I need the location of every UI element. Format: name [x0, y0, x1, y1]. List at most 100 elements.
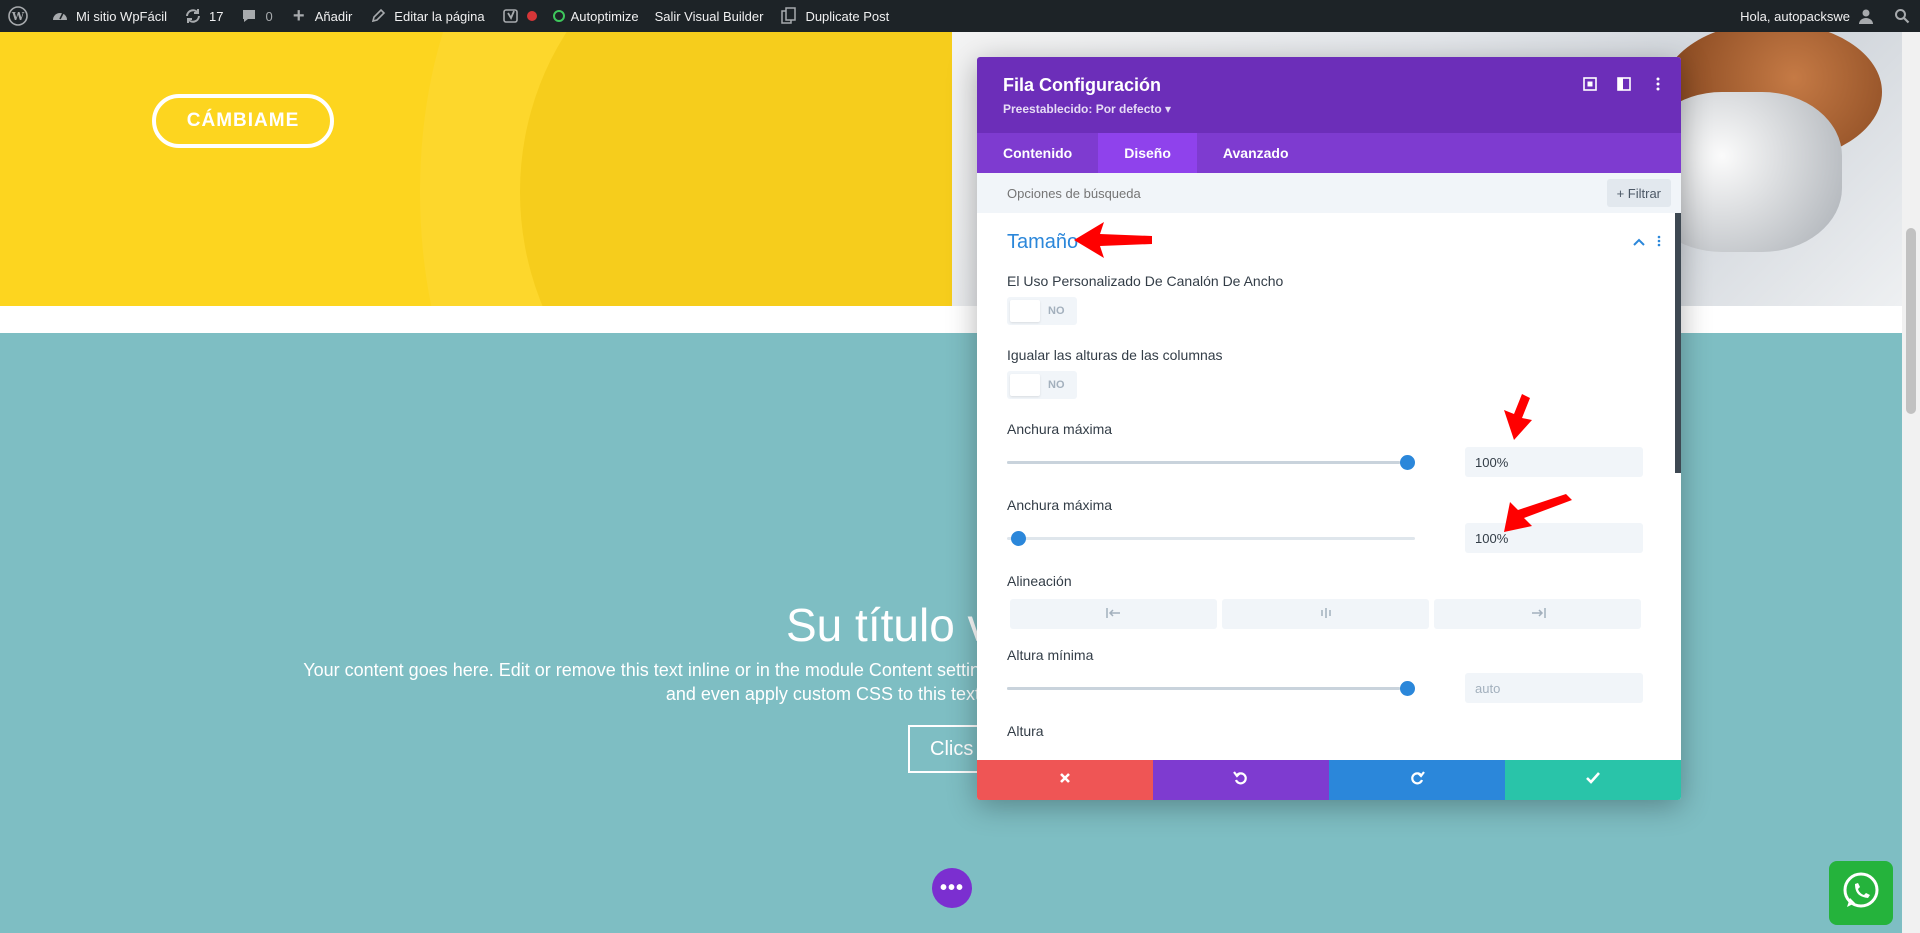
split-view-icon[interactable]	[1617, 77, 1631, 91]
max-width-range	[1007, 447, 1681, 479]
autoptimize-label: Autoptimize	[570, 8, 639, 24]
add-new-link[interactable]: + Añadir	[281, 0, 361, 32]
yoast-link[interactable]	[493, 0, 545, 32]
plus-icon: +	[292, 4, 305, 27]
filter-button[interactable]: + Filtrar	[1606, 179, 1671, 207]
duplicate-post-link[interactable]: Duplicate Post	[771, 0, 897, 32]
updates-count: 17	[209, 8, 224, 24]
toggle-state: NO	[1048, 305, 1065, 317]
annotation-arrow-width-2	[1504, 494, 1572, 532]
modal-header[interactable]: Fila Configuración Preestablecido: Por d…	[977, 57, 1681, 133]
max-width-slider-track[interactable]	[1007, 455, 1415, 470]
add-new-label: Añadir	[314, 8, 353, 24]
undo-button[interactable]	[1153, 760, 1329, 800]
max-width-range-2	[1007, 523, 1681, 555]
max-width-label: Anchura máxima	[1007, 421, 1113, 437]
tab-diseno[interactable]: Diseño	[1098, 133, 1197, 173]
align-right-icon	[1530, 607, 1546, 622]
body-text-line-2: and even apply custom CSS to this text	[665, 684, 980, 704]
duplicate-icon	[779, 6, 799, 26]
align-left-button[interactable]	[1010, 599, 1217, 629]
equal-heights-toggle[interactable]: NO	[1007, 371, 1077, 399]
undo-icon	[1233, 770, 1249, 791]
hero-yellow-section: CÁMBIAME	[0, 32, 952, 306]
comments-count: 0	[265, 8, 273, 24]
max-width-slider-handle[interactable]	[1400, 455, 1415, 470]
comments-link[interactable]: 0	[231, 0, 280, 32]
redo-button[interactable]	[1329, 760, 1505, 800]
more-options-icon[interactable]	[1651, 77, 1665, 91]
max-width-slider-fill	[1007, 461, 1400, 464]
autoptimize-status-icon	[552, 10, 565, 22]
wordpress-logo-button[interactable]: W	[0, 0, 42, 32]
section-body-text: Your content goes here. Edit or remove t…	[250, 658, 980, 706]
wordpress-icon: W	[8, 6, 28, 26]
alignment-label: Alineación	[1007, 573, 1072, 589]
modal-body: Tamaño El Uso Personalizado De Canalón D…	[977, 213, 1681, 768]
modal-footer	[977, 760, 1681, 800]
min-height-slider-fill	[1007, 687, 1400, 690]
modal-scrollbar-thumb[interactable]	[1675, 213, 1681, 473]
modal-title: Fila Configuración	[1003, 75, 1162, 95]
toggle-knob	[1010, 300, 1040, 322]
updates-icon	[183, 6, 203, 26]
search-options-input[interactable]	[1007, 185, 1407, 201]
height-label: Altura	[1007, 723, 1044, 739]
equal-heights-label: Igualar las alturas de las columnas	[1007, 347, 1223, 363]
gutter-width-label: El Uso Personalizado De Canalón De Ancho	[1007, 273, 1284, 289]
tab-avanzado[interactable]: Avanzado	[1197, 133, 1315, 173]
section-heading: Su título v	[786, 599, 991, 651]
body-text-line-1: Your content goes here. Edit or remove t…	[303, 660, 980, 680]
save-button[interactable]	[1505, 760, 1681, 800]
annotation-arrow-size	[1074, 222, 1152, 258]
clics-button[interactable]: Clics	[908, 725, 978, 773]
section-options-icon[interactable]	[1657, 235, 1661, 250]
tab-contenido[interactable]: Contenido	[977, 133, 1098, 173]
comment-icon	[239, 6, 259, 26]
max-width-2-slider-track[interactable]	[1007, 531, 1415, 546]
gutter-width-toggle[interactable]: NO	[1007, 297, 1077, 325]
my-account-link[interactable]: Hola, autopackswe	[1732, 0, 1884, 32]
min-height-slider-handle[interactable]	[1400, 681, 1415, 696]
admin-search-button[interactable]	[1884, 0, 1920, 32]
align-center-button[interactable]	[1222, 599, 1429, 629]
cancel-button[interactable]	[977, 760, 1153, 800]
align-center-icon	[1320, 607, 1332, 622]
site-name-link[interactable]: Mi sitio WpFácil	[42, 0, 175, 32]
user-avatar-icon	[1856, 6, 1876, 26]
alignment-buttons	[1010, 599, 1681, 629]
page-scrollbar[interactable]	[1902, 32, 1920, 933]
autoptimize-link[interactable]: Autoptimize	[545, 0, 647, 32]
svg-text:W: W	[11, 10, 25, 23]
page-scrollbar-thumb[interactable]	[1906, 228, 1916, 414]
cambiame-button[interactable]: CÁMBIAME	[152, 94, 334, 148]
exit-visual-builder-link[interactable]: Salir Visual Builder	[647, 0, 772, 32]
max-width-2-slider-handle[interactable]	[1011, 531, 1026, 546]
updates-link[interactable]: 17	[175, 0, 231, 32]
edit-page-link[interactable]: Editar la página	[360, 0, 492, 32]
greeting-label: Hola, autopackswe	[1740, 8, 1850, 24]
modal-tabs: Contenido Diseño Avanzado	[977, 133, 1681, 173]
search-options-row: + Filtrar	[977, 173, 1681, 213]
fullscreen-icon[interactable]	[1583, 77, 1597, 91]
max-width-input[interactable]	[1465, 447, 1643, 477]
builder-menu-button[interactable]: •••	[932, 868, 972, 908]
whatsapp-button[interactable]	[1829, 861, 1893, 925]
modal-scrollbar[interactable]	[1675, 213, 1681, 768]
pencil-icon	[368, 6, 388, 26]
min-height-input[interactable]	[1465, 673, 1643, 703]
dashboard-icon	[50, 6, 70, 26]
toggle-state: NO	[1048, 379, 1065, 391]
min-height-range	[1007, 673, 1681, 705]
max-width-label-2: Anchura máxima	[1007, 497, 1113, 513]
toggle-knob	[1010, 374, 1040, 396]
preset-dropdown[interactable]: Preestablecido: Por defecto ▾	[1003, 102, 1655, 116]
min-height-slider-track[interactable]	[1007, 681, 1415, 696]
edit-page-label: Editar la página	[394, 8, 485, 24]
admin-bar: W Mi sitio WpFácil 17 0 + Añadir Editar …	[0, 0, 1920, 32]
chevron-up-icon[interactable]	[1633, 235, 1645, 250]
hero-decoration-curve	[520, 32, 952, 306]
align-right-button[interactable]	[1434, 599, 1641, 629]
row-settings-modal: Fila Configuración Preestablecido: Por d…	[977, 57, 1681, 800]
exit-visual-builder-label: Salir Visual Builder	[654, 8, 764, 24]
